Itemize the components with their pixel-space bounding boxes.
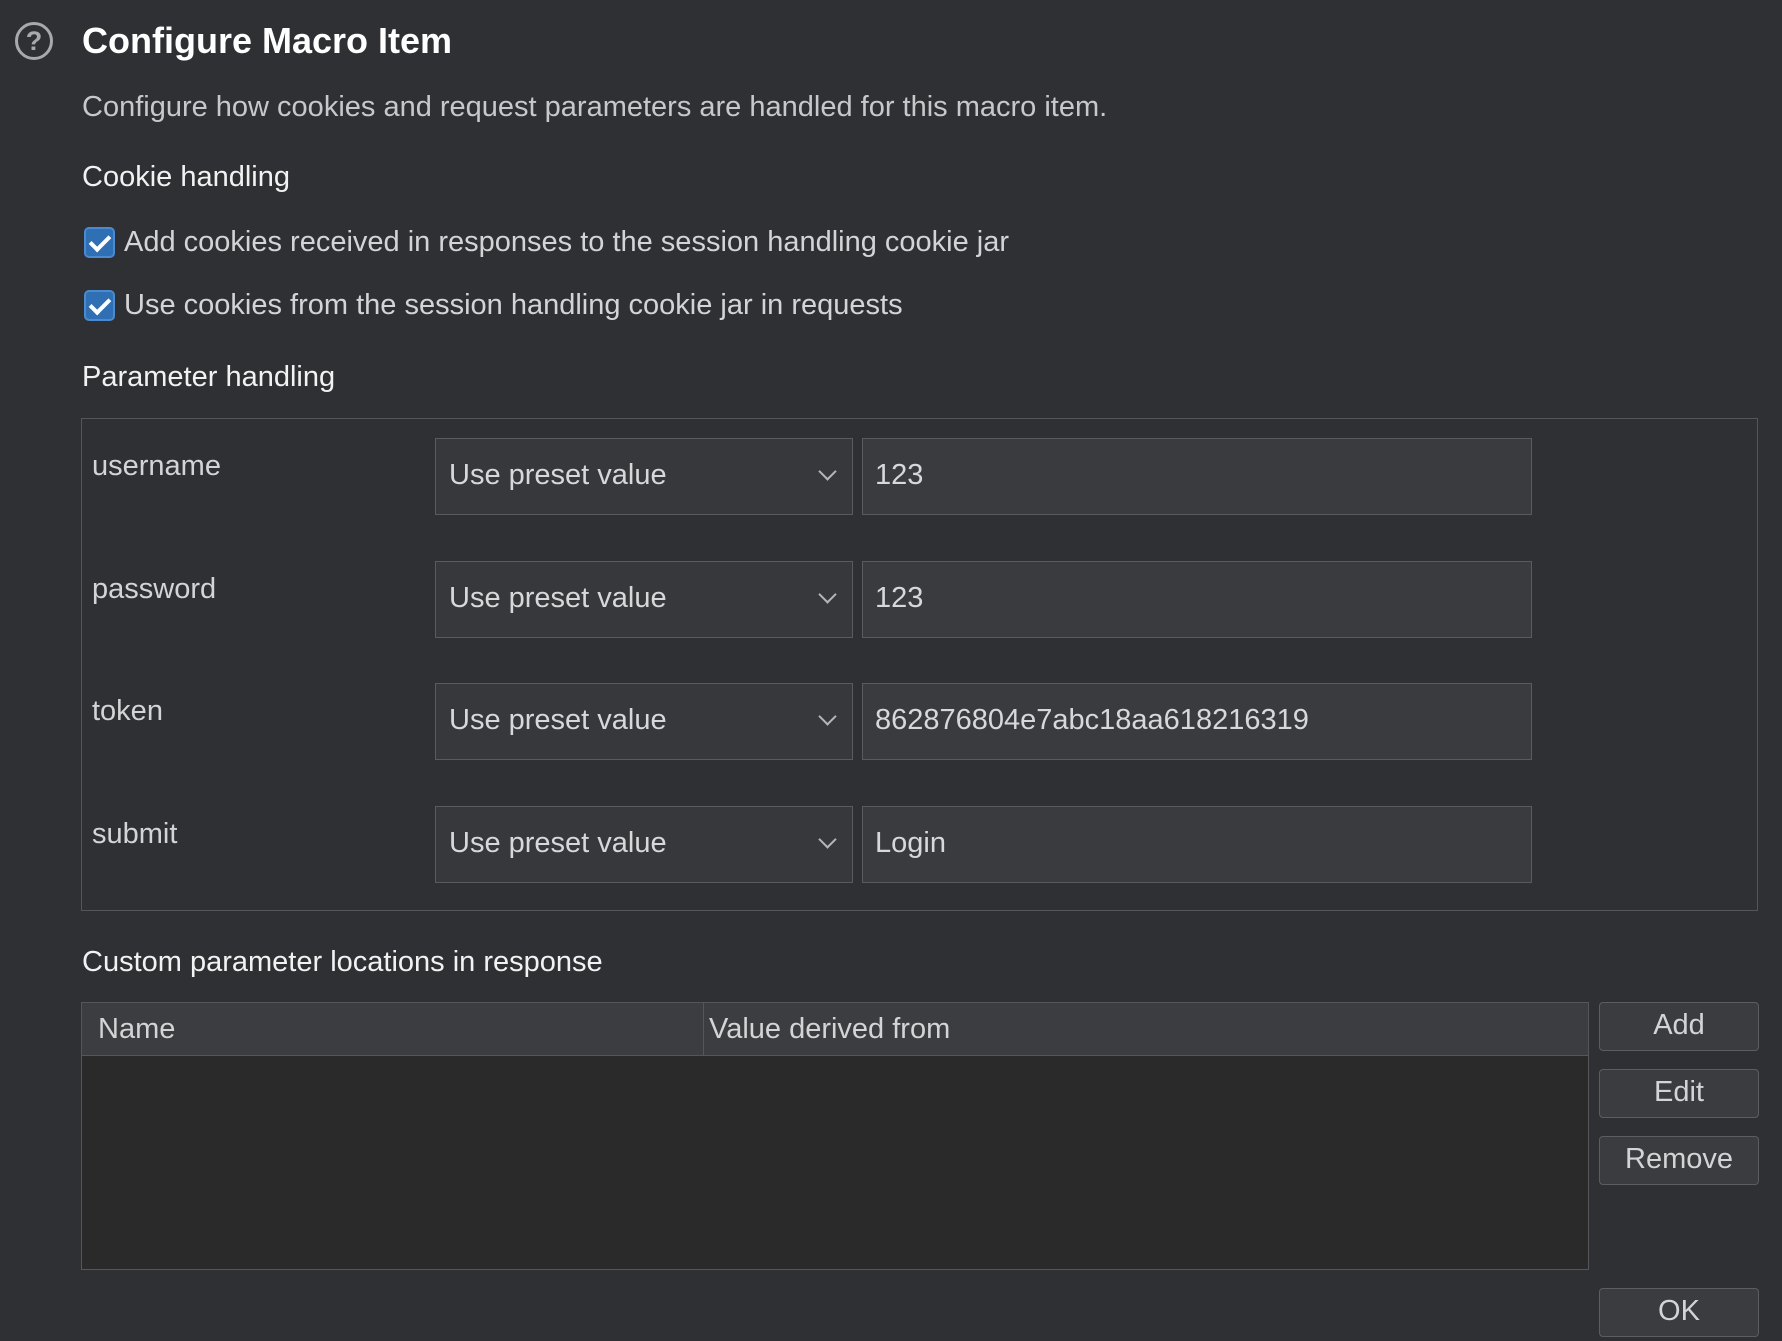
column-divider[interactable] (703, 1003, 704, 1055)
param-value-field[interactable]: 862876804e7abc18aa618216319 (862, 683, 1532, 760)
param-name: token (92, 695, 163, 727)
dialog-subtitle: Configure how cookies and request parame… (82, 91, 1108, 123)
add-cookies-label[interactable]: Add cookies received in responses to the… (124, 226, 1009, 259)
help-icon[interactable]: ? (15, 22, 53, 60)
use-cookies-label[interactable]: Use cookies from the session handling co… (124, 289, 903, 322)
add-cookies-checkbox[interactable] (84, 226, 115, 258)
add-cookies-checkbox-row[interactable]: Add cookies received in responses to the… (84, 224, 1009, 260)
use-cookies-checkbox-row[interactable]: Use cookies from the session handling co… (84, 287, 903, 323)
chevron-down-icon (818, 462, 837, 481)
dialog-title: Configure Macro Item (82, 20, 453, 61)
table-header: Name Value derived from (82, 1003, 1588, 1056)
chevron-down-icon (818, 830, 837, 849)
custom-locations-table[interactable]: Name Value derived from (81, 1002, 1589, 1270)
chevron-down-icon (818, 585, 837, 604)
param-mode-select[interactable]: Use preset value (435, 806, 853, 883)
ok-button[interactable]: OK (1599, 1288, 1759, 1337)
param-row-token: token Use preset value 862876804e7abc18a… (82, 674, 1757, 760)
custom-locations-heading: Custom parameter locations in response (82, 946, 603, 978)
param-mode-select[interactable]: Use preset value (435, 561, 853, 638)
param-value-field[interactable]: 123 (862, 561, 1532, 638)
add-button[interactable]: Add (1599, 1002, 1759, 1051)
param-mode-select[interactable]: Use preset value (435, 438, 853, 515)
parameter-handling-heading: Parameter handling (82, 361, 336, 393)
edit-button[interactable]: Edit (1599, 1069, 1759, 1118)
param-mode-value: Use preset value (449, 704, 667, 736)
cookie-handling-heading: Cookie handling (82, 161, 290, 193)
parameter-handling-panel: username Use preset value 123 password U… (81, 418, 1758, 911)
param-row-submit: submit Use preset value Login (82, 797, 1757, 883)
param-value-text: 862876804e7abc18aa618216319 (875, 704, 1309, 736)
configure-macro-item-dialog: ? Configure Macro Item Configure how coo… (0, 0, 1782, 1341)
param-value-field[interactable]: 123 (862, 438, 1532, 515)
param-value-text: Login (875, 827, 946, 859)
param-name: submit (92, 818, 178, 850)
param-name: password (92, 573, 217, 605)
column-header-name[interactable]: Name (98, 1013, 175, 1046)
remove-button[interactable]: Remove (1599, 1136, 1759, 1185)
param-mode-value: Use preset value (449, 827, 667, 859)
param-name: username (92, 450, 221, 482)
column-header-value-derived-from[interactable]: Value derived from (709, 1013, 950, 1046)
param-mode-value: Use preset value (449, 582, 667, 614)
param-row-username: username Use preset value 123 (82, 429, 1757, 515)
use-cookies-checkbox[interactable] (84, 289, 115, 321)
param-value-text: 123 (875, 459, 924, 491)
chevron-down-icon (818, 707, 837, 726)
param-mode-value: Use preset value (449, 459, 667, 491)
param-value-text: 123 (875, 582, 924, 614)
param-value-field[interactable]: Login (862, 806, 1532, 883)
param-mode-select[interactable]: Use preset value (435, 683, 853, 760)
param-row-password: password Use preset value 123 (82, 552, 1757, 638)
